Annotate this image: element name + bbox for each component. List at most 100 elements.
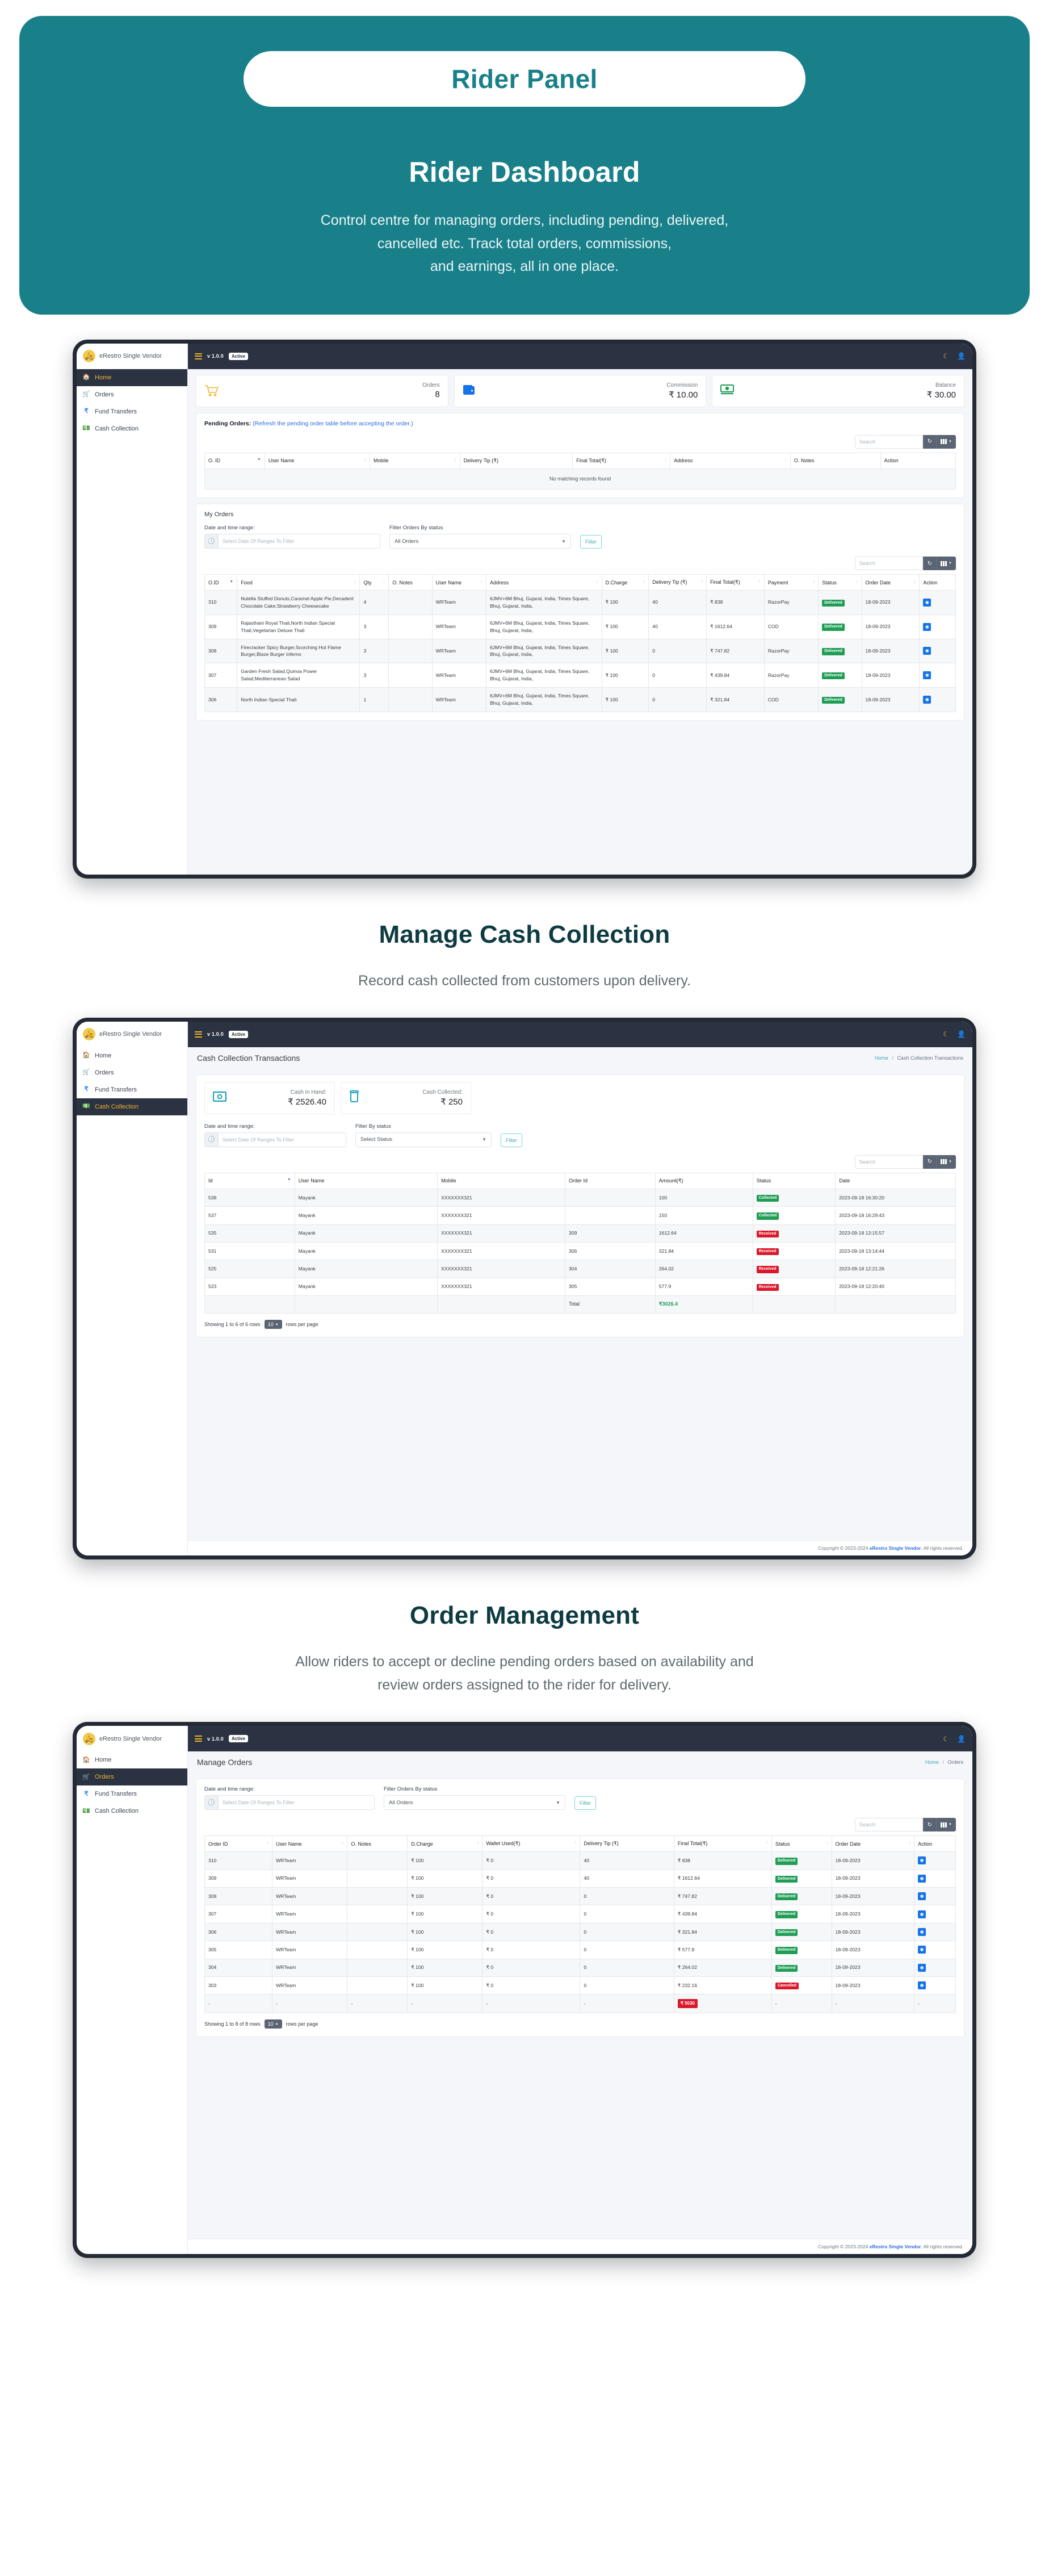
search-input[interactable]: Search	[854, 1818, 923, 1832]
col-mobile[interactable]: Mobile	[437, 1172, 566, 1189]
cell-order-id: 303	[204, 1976, 273, 1995]
col-delivery-tip[interactable]: Delivery Tip (₹) ↕	[648, 574, 707, 591]
moon-icon[interactable]: ☾	[943, 353, 949, 359]
rows-per-page-select[interactable]: 10 ▲	[264, 2019, 282, 2029]
columns-toggle-icon[interactable]: ▼	[936, 434, 956, 449]
view-order-button[interactable]: ◉	[918, 1963, 926, 1972]
table-footer: Showing 1 to 8 of 8 rows 10 ▲ rows per p…	[204, 2019, 956, 2029]
filter-button[interactable]: Filter	[580, 535, 602, 549]
date-range-input[interactable]: 🕓 Select Date Of Ranges To Filter	[204, 1795, 375, 1810]
col-status[interactable]: Status	[752, 1172, 836, 1189]
columns-toggle-icon[interactable]: ▼	[936, 557, 956, 570]
col-mobile[interactable]: Mobile ↕	[370, 452, 460, 469]
refresh-icon[interactable]: ↻	[922, 1818, 937, 1832]
col-order-date[interactable]: Order Date ↕	[831, 1835, 915, 1852]
col-user-name[interactable]: User Name ↕	[272, 1835, 348, 1852]
col-food[interactable]: Food ↕	[237, 574, 360, 591]
sidebar-item-home[interactable]: 🏠 Home	[77, 1047, 187, 1064]
sidebar-item-fund-transfers[interactable]: ₹ Fund Transfers	[77, 403, 187, 420]
user-icon[interactable]: 👤	[957, 1736, 966, 1742]
hamburger-menu-icon[interactable]	[195, 1736, 202, 1742]
view-order-button[interactable]: ◉	[918, 1946, 926, 1954]
col-final-total[interactable]: Final Total(₹) ↕	[572, 452, 671, 469]
view-order-button[interactable]: ◉	[918, 1874, 926, 1883]
col-order-date[interactable]: Order Date ↕	[861, 574, 920, 591]
refresh-icon[interactable]: ↻	[922, 1155, 937, 1169]
col-o-id[interactable]: O.ID ▼	[204, 574, 238, 591]
col-o-notes[interactable]: O. Notes	[347, 1835, 408, 1852]
view-order-button[interactable]: ◉	[918, 1892, 926, 1901]
view-order-button[interactable]: ◉	[918, 1856, 926, 1865]
col-user-name[interactable]: User Name ↕	[431, 574, 487, 591]
sidebar-item-orders[interactable]: 🛒 Orders	[77, 386, 187, 403]
col-user-name[interactable]: User Name ↕	[264, 452, 371, 469]
col-status[interactable]: Status ↕	[771, 1835, 832, 1852]
col-address[interactable]: Address ↕	[486, 574, 602, 591]
rows-per-page-select[interactable]: 10 ▲	[264, 1319, 282, 1329]
col-address[interactable]: Address ↕	[670, 452, 791, 469]
date-range-input[interactable]: 🕓 Select Date Of Ranges To Filter	[204, 534, 380, 549]
columns-toggle-icon[interactable]: ▼	[936, 1818, 956, 1832]
col-wallet-used[interactable]: Wallet Used(₹) ↕	[482, 1835, 581, 1852]
refresh-icon[interactable]: ↻	[922, 557, 937, 570]
hamburger-menu-icon[interactable]	[195, 353, 202, 359]
search-input[interactable]: Search	[854, 1155, 923, 1169]
col-date[interactable]: Date	[835, 1172, 956, 1189]
status-filter-select[interactable]: All Orders ▼	[389, 534, 571, 549]
view-order-button[interactable]: ◉	[918, 1928, 926, 1936]
sidebar-item-fund-transfers[interactable]: ₹ Fund Transfers	[77, 1785, 187, 1803]
col-delivery-tip[interactable]: Delivery Tip (₹)	[459, 452, 573, 469]
view-order-button[interactable]: ◉	[923, 696, 931, 704]
date-range-input[interactable]: 🕓 Select Date Of Ranges To Filter	[204, 1132, 346, 1147]
col-o-notes[interactable]: O. Notes	[388, 574, 433, 591]
col-status[interactable]: Status ↕	[818, 574, 862, 591]
breadcrumb-home[interactable]: Home	[875, 1055, 888, 1061]
moon-icon[interactable]: ☾	[943, 1031, 949, 1038]
filter-button[interactable]: Filter	[574, 1796, 596, 1810]
col-user-name[interactable]: User Name	[294, 1172, 438, 1189]
refresh-icon[interactable]: ↻	[922, 434, 937, 449]
search-input[interactable]: Search	[854, 434, 923, 449]
col-qty[interactable]: Qty ↕	[359, 574, 389, 591]
cell-d-charge: ₹ 100	[407, 1922, 483, 1942]
view-order-button[interactable]: ◉	[918, 1981, 926, 1990]
footer-brand-link[interactable]: eRestro Single Vendor	[870, 2244, 921, 2249]
status-filter-select[interactable]: Select Status ▼	[355, 1132, 492, 1147]
col-d-charge[interactable]: D.Charge ↕	[601, 574, 649, 591]
sidebar-item-home[interactable]: 🏠 Home	[77, 1751, 187, 1768]
col-payment[interactable]: Payment ↕	[763, 574, 819, 591]
footer-brand-link[interactable]: eRestro Single Vendor	[870, 1545, 921, 1551]
col-o-notes[interactable]: O. Notes	[790, 452, 881, 469]
col-final-total[interactable]: Final Total(₹) ↕	[673, 1835, 772, 1852]
sidebar-item-fund-transfers[interactable]: ₹ Fund Transfers	[77, 1081, 187, 1098]
col-delivery-tip[interactable]: Delivery Tip (₹)	[580, 1835, 674, 1852]
sidebar-item-home[interactable]: 🏠 Home	[77, 369, 187, 386]
hamburger-menu-icon[interactable]	[195, 1031, 202, 1038]
sidebar-item-cash-collection[interactable]: 💵 Cash Collection	[77, 1098, 187, 1115]
sidebar-item-orders[interactable]: 🛒 Orders	[77, 1768, 187, 1786]
status-filter-select[interactable]: All Orders ▼	[384, 1795, 565, 1810]
col-id[interactable]: Id ▼	[204, 1172, 295, 1189]
breadcrumb-home[interactable]: Home	[925, 1759, 939, 1765]
moon-icon[interactable]: ☾	[943, 1736, 949, 1742]
col-d-charge[interactable]: D.Charge ↕	[407, 1835, 483, 1852]
col-final-total[interactable]: Final Total(₹) ↕	[706, 574, 765, 591]
view-order-button[interactable]: ◉	[923, 647, 931, 655]
view-order-button[interactable]: ◉	[923, 622, 931, 631]
section-subtitle-line-1: Record cash collected from customers upo…	[358, 972, 691, 989]
col-order-id[interactable]: Order ID ↕	[204, 1835, 273, 1852]
user-icon[interactable]: 👤	[957, 353, 966, 359]
sidebar-item-cash-collection[interactable]: 💵 Cash Collection	[77, 1803, 187, 1820]
sidebar-item-orders[interactable]: 🛒 Orders	[77, 1064, 187, 1081]
col-amount[interactable]: Amount(₹)	[654, 1172, 753, 1189]
view-order-button[interactable]: ◉	[918, 1910, 926, 1918]
search-input[interactable]: Search	[854, 557, 923, 570]
col-order-id[interactable]: Order Id	[565, 1172, 656, 1189]
columns-toggle-icon[interactable]: ▼	[936, 1155, 956, 1169]
view-order-button[interactable]: ◉	[923, 598, 931, 607]
sidebar-item-cash-collection[interactable]: 💵 Cash Collection	[77, 420, 187, 437]
filter-button[interactable]: Filter	[501, 1133, 522, 1147]
col-o-id[interactable]: O. ID ▼	[204, 452, 265, 469]
user-icon[interactable]: 👤	[957, 1031, 966, 1038]
view-order-button[interactable]: ◉	[923, 671, 931, 680]
